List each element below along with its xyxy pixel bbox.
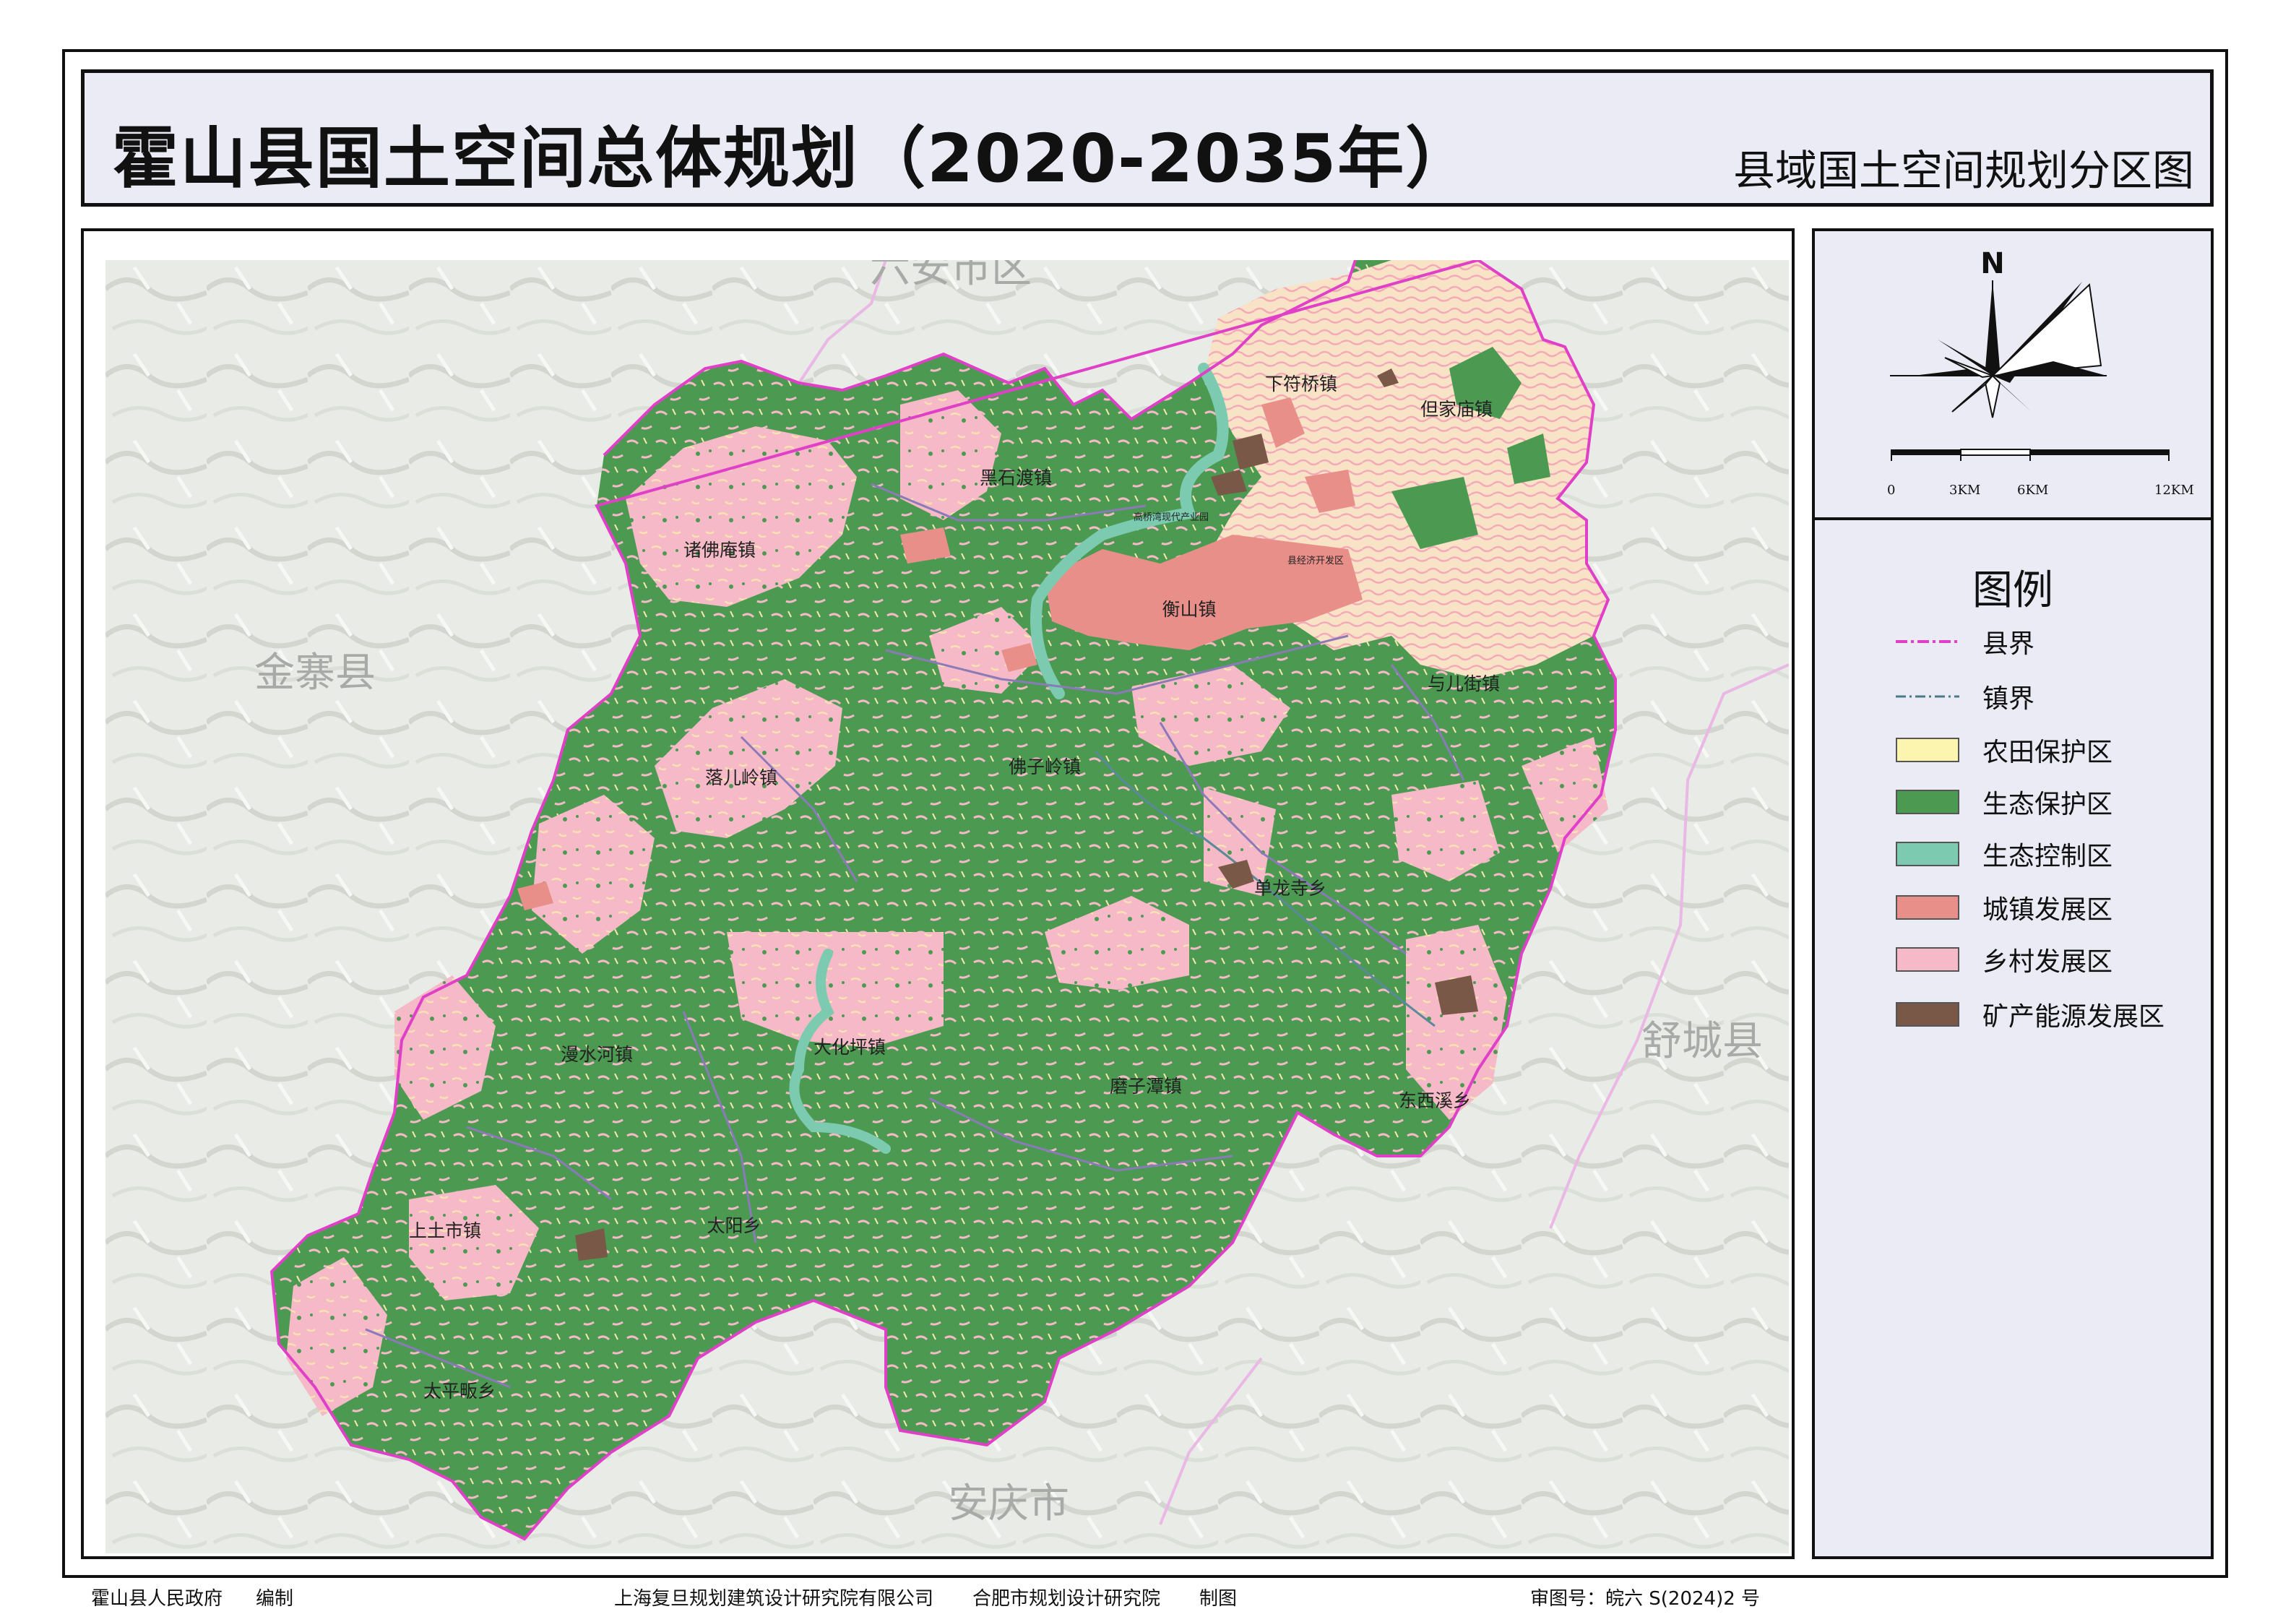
footer-institute-2: 合肥市规划设计研究院 (972, 1588, 1161, 1610)
legend-label: 生态控制区 (1982, 842, 2113, 871)
map-subtitle: 县域国土空间规划分区图 (1732, 146, 2194, 195)
rural-swatch (1896, 947, 1959, 972)
legend-title: 图例 (1972, 567, 2053, 614)
town-label: 磨子潭镇 (1110, 1076, 1182, 1097)
scale-label: 6KM (2017, 483, 2049, 498)
compass-north-label: N (1980, 247, 2004, 280)
legend-label: 城镇发展区 (1982, 895, 2113, 925)
scale-label: 0 (1887, 483, 1896, 498)
legend-label: 乡村发展区 (1982, 947, 2113, 977)
eco-control-swatch (1896, 842, 1959, 866)
town-label: 黑石渡镇 (980, 467, 1052, 488)
scale-label: 3KM (1949, 483, 1981, 498)
side-panel: N 0 3KM 6KM 12KM 图例 县界 镇界 农田保护区 生态保护区 生态… (1812, 228, 2214, 1559)
town-label: 上土市镇 (409, 1220, 481, 1241)
farmland-swatch (1896, 738, 1959, 762)
legend-label: 矿产能源发展区 (1982, 1002, 2165, 1032)
town-label: 漫水河镇 (561, 1044, 633, 1065)
legend-item-eco-control: 生态控制区 (1896, 840, 2112, 871)
town-label: 大化坪镇 (813, 1037, 886, 1058)
town-boundary-symbol (1896, 684, 1959, 709)
region-label-west: 金寨县 (254, 650, 376, 696)
legend-item-farmland: 农田保护区 (1896, 735, 2112, 767)
town-label: 落儿岭镇 (705, 767, 777, 788)
legend-item-rural: 乡村发展区 (1896, 945, 2112, 977)
park-label: 高桥湾现代产业园 (1134, 512, 1209, 523)
region-label-east: 舒城县 (1641, 1018, 1763, 1065)
town-label: 衡山镇 (1162, 599, 1216, 620)
footer-gov: 霍山县人民政府 (91, 1588, 223, 1610)
legend-item-mining: 矿产能源发展区 (1896, 1000, 2165, 1032)
legend-item-urban: 城镇发展区 (1896, 893, 2112, 925)
legend-item-county-boundary: 县界 (1896, 627, 2034, 659)
town-label: 东西溪乡 (1399, 1090, 1471, 1111)
zoning-map[interactable]: 六安市区 金寨县 舒城县 安庆市 下符桥镇 但家庙镇 黑石渡镇 诸佛庵镇 衡山镇… (105, 260, 1789, 1553)
title-box: 霍山县国土空间总体规划（2020-2035年） 县域国土空间规划分区图 (81, 69, 2214, 207)
footer-compile: 编制 (256, 1588, 294, 1610)
legend-item-town-boundary: 镇界 (1896, 682, 2034, 714)
side-divider (1815, 517, 2211, 520)
town-label: 但家庙镇 (1420, 399, 1493, 420)
footer-institute-1: 上海复旦规划建筑设计研究院有限公司 (614, 1588, 934, 1610)
urban-swatch (1896, 895, 1959, 920)
town-label: 下符桥镇 (1265, 374, 1337, 394)
legend-label: 县界 (1982, 629, 2035, 659)
region-label-north: 六安市区 (870, 260, 1032, 292)
footer-approval: 审图号：皖六 S(2024)2 号 (1530, 1588, 1761, 1610)
legend-label: 镇界 (1982, 684, 2035, 714)
park-label: 县经济开发区 (1287, 555, 1344, 566)
town-label: 诸佛庵镇 (683, 540, 756, 561)
county-boundary-symbol (1896, 629, 1959, 654)
town-label: 佛子岭镇 (1009, 756, 1081, 777)
scale-label: 12KM (2154, 483, 2194, 498)
map-area[interactable]: 六安市区 金寨县 舒城县 安庆市 下符桥镇 但家庙镇 黑石渡镇 诸佛庵镇 衡山镇… (105, 260, 1789, 1553)
mining-swatch (1896, 1002, 1959, 1027)
footer-draw: 制图 (1199, 1588, 1238, 1610)
legend-label: 生态保护区 (1982, 790, 2113, 819)
page-title: 霍山县国土空间总体规划（2020-2035年） (112, 120, 1474, 197)
scale-bar (1891, 449, 2170, 461)
legend-item-eco-protect: 生态保护区 (1896, 788, 2112, 819)
town-label: 单龙寺乡 (1254, 878, 1326, 899)
legend-label: 农田保护区 (1982, 738, 2113, 767)
eco-protect-swatch (1896, 790, 1959, 814)
region-label-south: 安庆市 (948, 1480, 1069, 1527)
map-frame: 六安市区 金寨县 舒城县 安庆市 下符桥镇 但家庙镇 黑石渡镇 诸佛庵镇 衡山镇… (81, 228, 1795, 1559)
town-label: 与儿街镇 (1428, 673, 1500, 694)
town-label: 太平畈乡 (423, 1381, 496, 1402)
town-label: 太阳乡 (707, 1215, 761, 1236)
